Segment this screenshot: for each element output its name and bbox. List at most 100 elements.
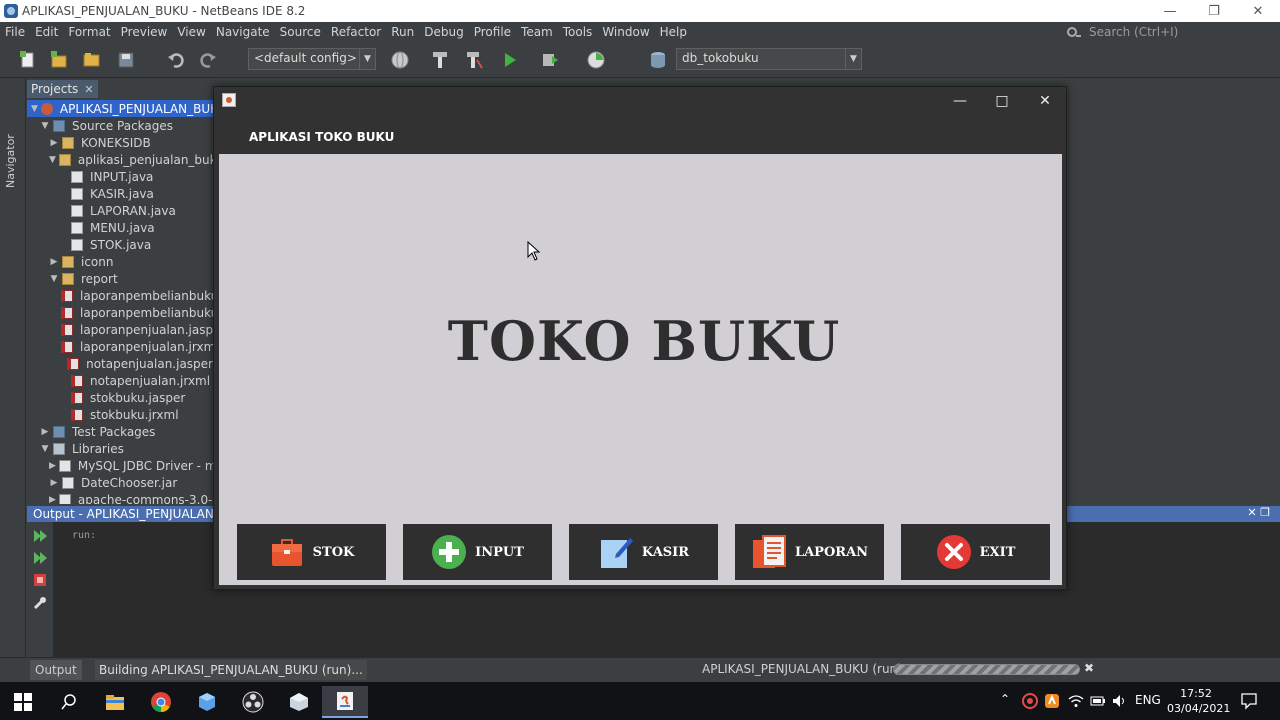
- tree-item[interactable]: stokbuku.jrxml: [27, 406, 213, 423]
- database-select[interactable]: db_tokobuku ▼: [676, 48, 862, 70]
- expand-toggle-icon[interactable]: ▶: [49, 495, 56, 505]
- show-hidden-icons[interactable]: ⌃: [1000, 692, 1010, 706]
- expand-toggle-icon[interactable]: ▶: [40, 427, 50, 437]
- tree-item[interactable]: laporanpenjualan.jrxml: [27, 338, 213, 355]
- output-tab[interactable]: Output: [30, 660, 82, 680]
- security-icon[interactable]: [1022, 693, 1038, 709]
- navigator-tab[interactable]: Navigator: [4, 134, 17, 188]
- tree-item[interactable]: ▶ apache-commons-3.0-pre: [27, 491, 213, 504]
- menu-help[interactable]: Help: [655, 25, 692, 39]
- config-select[interactable]: <default config> ▼: [248, 48, 376, 70]
- obs-button[interactable]: [230, 686, 276, 718]
- tree-item[interactable]: ▼ report: [27, 270, 213, 287]
- tree-item[interactable]: INPUT.java: [27, 168, 213, 185]
- menu-file[interactable]: File: [0, 25, 30, 39]
- tree-item[interactable]: laporanpembelianbuku.jrxml: [27, 304, 213, 321]
- menu-navigate[interactable]: Navigate: [211, 25, 275, 39]
- input-button[interactable]: INPUT: [403, 524, 552, 580]
- expand-toggle-icon[interactable]: ▼: [40, 121, 50, 131]
- save-all-icon[interactable]: [116, 50, 136, 70]
- stok-button[interactable]: STOK: [237, 524, 386, 580]
- run-icon[interactable]: [500, 50, 520, 70]
- expand-toggle-icon[interactable]: ▼: [49, 155, 56, 165]
- clean-build-icon[interactable]: [464, 50, 484, 70]
- app-tray-icon[interactable]: [1044, 693, 1060, 709]
- virtualbox-button[interactable]: [184, 686, 230, 718]
- volume-icon[interactable]: [1112, 694, 1128, 708]
- globe-icon[interactable]: [390, 50, 410, 70]
- menu-preview[interactable]: Preview: [116, 25, 173, 39]
- undo-icon[interactable]: [166, 50, 186, 70]
- tree-item[interactable]: ▶ DateChooser.jar: [27, 474, 213, 491]
- battery-icon[interactable]: [1090, 695, 1106, 707]
- menu-source[interactable]: Source: [275, 25, 326, 39]
- tree-item[interactable]: ▶ Test Packages: [27, 423, 213, 440]
- notification-icon[interactable]: [1240, 692, 1258, 710]
- menu-team[interactable]: Team: [516, 25, 558, 39]
- menu-view[interactable]: View: [172, 25, 210, 39]
- tree-item[interactable]: ▶ MySQL JDBC Driver - mysql: [27, 457, 213, 474]
- expand-toggle-icon[interactable]: ▼: [49, 274, 59, 284]
- tree-item[interactable]: ▼ APLIKASI_PENJUALAN_BUKU: [27, 100, 213, 117]
- exit-button[interactable]: EXIT: [901, 524, 1050, 580]
- kasir-button[interactable]: KASIR: [569, 524, 718, 580]
- tree-item[interactable]: STOK.java: [27, 236, 213, 253]
- stop-icon[interactable]: [33, 573, 47, 587]
- tree-item[interactable]: laporanpenjualan.jasper: [27, 321, 213, 338]
- netbeans-taskbar-button[interactable]: [276, 686, 322, 718]
- expand-toggle-icon[interactable]: ▶: [49, 138, 59, 148]
- tree-item[interactable]: notapenjualan.jasper: [27, 355, 213, 372]
- tree-item[interactable]: ▶ KONEKSIDB: [27, 134, 213, 151]
- new-file-icon[interactable]: [18, 50, 38, 70]
- app-maximize-button[interactable]: □: [987, 91, 1017, 111]
- tree-item[interactable]: ▼ Libraries: [27, 440, 213, 457]
- tree-item[interactable]: notapenjualan.jrxml: [27, 372, 213, 389]
- output-controls[interactable]: ✕ ❐: [1247, 506, 1270, 519]
- expand-toggle-icon[interactable]: ▼: [31, 104, 38, 114]
- menu-window[interactable]: Window: [597, 25, 654, 39]
- expand-toggle-icon[interactable]: ▶: [49, 257, 59, 267]
- projects-tab[interactable]: Projects ✕: [27, 80, 98, 98]
- rerun-with-params-icon[interactable]: [32, 550, 48, 566]
- tree-item[interactable]: KASIR.java: [27, 185, 213, 202]
- menu-profile[interactable]: Profile: [469, 25, 516, 39]
- quick-search[interactable]: Search (Ctrl+I): [1065, 22, 1280, 42]
- expand-toggle-icon[interactable]: ▶: [49, 478, 59, 488]
- language-indicator[interactable]: ENG: [1135, 693, 1161, 707]
- database-icon[interactable]: [648, 50, 668, 70]
- java-app-taskbar-button[interactable]: [322, 686, 368, 718]
- menu-refactor[interactable]: Refactor: [326, 25, 386, 39]
- close-button[interactable]: ✕: [1236, 0, 1280, 22]
- laporan-button[interactable]: LAPORAN: [735, 524, 884, 580]
- rerun-icon[interactable]: [32, 528, 48, 544]
- restore-button[interactable]: ❐: [1192, 0, 1236, 22]
- tree-item[interactable]: ▶ iconn: [27, 253, 213, 270]
- minimize-button[interactable]: —: [1148, 0, 1192, 22]
- menu-tools[interactable]: Tools: [558, 25, 598, 39]
- clock[interactable]: 17:52 03/04/2021: [1167, 686, 1230, 716]
- app-close-button[interactable]: ✕: [1030, 91, 1060, 111]
- menu-debug[interactable]: Debug: [419, 25, 468, 39]
- close-icon[interactable]: ✕: [84, 83, 93, 96]
- wifi-icon[interactable]: [1068, 694, 1084, 708]
- menu-run[interactable]: Run: [386, 25, 419, 39]
- tree-item[interactable]: laporanpembelianbuku.jasper: [27, 287, 213, 304]
- app-minimize-button[interactable]: —: [945, 91, 975, 111]
- build-hammer-icon[interactable]: [430, 50, 450, 70]
- tree-item[interactable]: LAPORAN.java: [27, 202, 213, 219]
- debug-icon[interactable]: [540, 50, 560, 70]
- menu-edit[interactable]: Edit: [30, 25, 63, 39]
- menu-format[interactable]: Format: [63, 25, 115, 39]
- tree-item[interactable]: ▼ aplikasi_penjualan_buku: [27, 151, 213, 168]
- new-project-icon[interactable]: [50, 50, 70, 70]
- taskbar-search-button[interactable]: [46, 686, 92, 718]
- settings-icon[interactable]: [32, 595, 48, 611]
- open-project-icon[interactable]: [82, 50, 102, 70]
- expand-toggle-icon[interactable]: ▼: [40, 444, 50, 454]
- tree-item[interactable]: MENU.java: [27, 219, 213, 236]
- chrome-button[interactable]: [138, 686, 184, 718]
- file-explorer-button[interactable]: [92, 686, 138, 718]
- start-button[interactable]: [0, 686, 46, 718]
- cancel-progress-icon[interactable]: ✖: [1084, 661, 1094, 675]
- expand-toggle-icon[interactable]: ▶: [49, 461, 56, 471]
